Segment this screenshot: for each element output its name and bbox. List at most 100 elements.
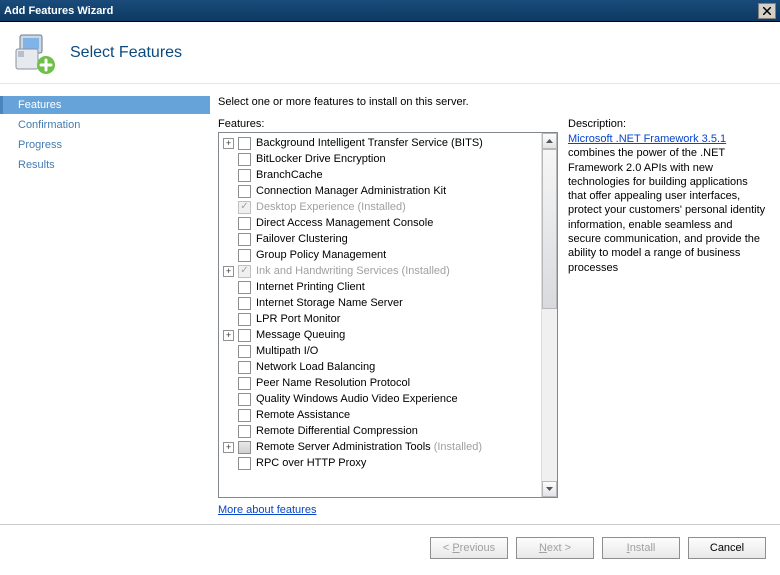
feature-checkbox[interactable] xyxy=(238,457,251,470)
feature-checkbox[interactable] xyxy=(238,137,251,150)
expand-spacer xyxy=(223,378,234,389)
feature-checkbox[interactable] xyxy=(238,169,251,182)
feature-row[interactable]: Direct Access Management Console xyxy=(223,215,541,231)
expand-spacer xyxy=(223,202,234,213)
feature-row[interactable]: + Background Intelligent Transfer Service… xyxy=(223,135,541,151)
feature-row[interactable]: BranchCache xyxy=(223,167,541,183)
chevron-up-icon xyxy=(546,139,553,143)
feature-row[interactable]: + Message Queuing xyxy=(223,327,541,343)
feature-checkbox[interactable] xyxy=(238,329,251,342)
more-about-features-link[interactable]: More about features xyxy=(218,504,558,516)
feature-row[interactable]: Peer Name Resolution Protocol xyxy=(223,375,541,391)
feature-checkbox[interactable] xyxy=(238,409,251,422)
expand-spacer xyxy=(223,186,234,197)
page-header: Select Features xyxy=(0,22,780,84)
feature-label: Ink and Handwriting Services (Installed) xyxy=(256,265,450,277)
feature-row[interactable]: + Remote Server Administration Tools (Ins… xyxy=(223,439,541,455)
feature-label: Group Policy Management xyxy=(256,249,386,261)
feature-checkbox[interactable] xyxy=(238,377,251,390)
instruction-text: Select one or more features to install o… xyxy=(218,96,768,108)
feature-label: Multipath I/O xyxy=(256,345,318,357)
expand-icon[interactable]: + xyxy=(223,138,234,149)
feature-checkbox[interactable] xyxy=(238,425,251,438)
expand-spacer xyxy=(223,282,234,293)
feature-row[interactable]: Quality Windows Audio Video Experience xyxy=(223,391,541,407)
sidebar-item-progress[interactable]: Progress xyxy=(0,136,210,154)
sidebar-item-confirmation[interactable]: Confirmation xyxy=(0,116,210,134)
feature-row[interactable]: Remote Assistance xyxy=(223,407,541,423)
feature-checkbox[interactable] xyxy=(238,393,251,406)
feature-label: Quality Windows Audio Video Experience xyxy=(256,393,458,405)
main-panel: Select one or more features to install o… xyxy=(210,84,780,524)
feature-row[interactable]: Internet Printing Client xyxy=(223,279,541,295)
expand-spacer xyxy=(223,234,234,245)
feature-label: BranchCache xyxy=(256,169,323,181)
feature-row[interactable]: Connection Manager Administration Kit xyxy=(223,183,541,199)
feature-checkbox[interactable] xyxy=(238,297,251,310)
feature-row[interactable]: BitLocker Drive Encryption xyxy=(223,151,541,167)
expand-spacer xyxy=(223,394,234,405)
content-area: Features Confirmation Progress Results Sele… xyxy=(0,84,780,524)
feature-checkbox[interactable] xyxy=(238,233,251,246)
feature-label: Failover Clustering xyxy=(256,233,348,245)
feature-label: Peer Name Resolution Protocol xyxy=(256,377,410,389)
wizard-icon xyxy=(12,31,56,75)
feature-label: Internet Storage Name Server xyxy=(256,297,403,309)
description-label: Description: xyxy=(568,118,768,130)
feature-label: Remote Server Administration Tools (Inst… xyxy=(256,441,482,453)
feature-label: Remote Assistance xyxy=(256,409,350,421)
page-title: Select Features xyxy=(70,44,182,62)
feature-checkbox[interactable] xyxy=(238,361,251,374)
feature-row[interactable]: + Ink and Handwriting Services (Installed… xyxy=(223,263,541,279)
feature-label: Background Intelligent Transfer Service … xyxy=(256,137,483,149)
feature-label: Message Queuing xyxy=(256,329,345,341)
feature-row[interactable]: Failover Clustering xyxy=(223,231,541,247)
feature-checkbox[interactable] xyxy=(238,217,251,230)
scrollbar-vertical[interactable] xyxy=(541,133,557,497)
feature-row[interactable]: Internet Storage Name Server xyxy=(223,295,541,311)
sidebar-item-results[interactable]: Results xyxy=(0,156,210,174)
feature-checkbox[interactable] xyxy=(238,441,251,454)
sidebar-item-features[interactable]: Features xyxy=(0,96,210,114)
scroll-down-button[interactable] xyxy=(542,481,557,497)
expand-spacer xyxy=(223,298,234,309)
window-title: Add Features Wizard xyxy=(4,5,758,17)
feature-row[interactable]: RPC over HTTP Proxy xyxy=(223,455,541,471)
cancel-button[interactable]: Cancel xyxy=(688,537,766,559)
feature-row[interactable]: Remote Differential Compression xyxy=(223,423,541,439)
expand-icon[interactable]: + xyxy=(223,442,234,453)
expand-icon[interactable]: + xyxy=(223,266,234,277)
expand-spacer xyxy=(223,362,234,373)
close-button[interactable] xyxy=(758,3,776,19)
expand-spacer xyxy=(223,410,234,421)
feature-checkbox[interactable] xyxy=(238,281,251,294)
feature-row[interactable]: Desktop Experience (Installed) xyxy=(223,199,541,215)
next-button[interactable]: Next > xyxy=(516,537,594,559)
expand-spacer xyxy=(223,426,234,437)
titlebar: Add Features Wizard xyxy=(0,0,780,22)
expand-spacer xyxy=(223,218,234,229)
feature-checkbox[interactable] xyxy=(238,249,251,262)
feature-label: LPR Port Monitor xyxy=(256,313,340,325)
feature-row[interactable]: Multipath I/O xyxy=(223,343,541,359)
feature-checkbox[interactable] xyxy=(238,185,251,198)
previous-button: < Previous xyxy=(430,537,508,559)
feature-checkbox[interactable] xyxy=(238,345,251,358)
feature-label: Connection Manager Administration Kit xyxy=(256,185,446,197)
features-label: Features: xyxy=(218,118,558,130)
features-tree[interactable]: + Background Intelligent Transfer Service… xyxy=(218,132,558,498)
description-link[interactable]: Microsoft .NET Framework 3.5.1 xyxy=(568,133,726,145)
feature-row[interactable]: Network Load Balancing xyxy=(223,359,541,375)
expand-spacer xyxy=(223,458,234,469)
expand-spacer xyxy=(223,250,234,261)
feature-checkbox[interactable] xyxy=(238,313,251,326)
feature-row[interactable]: Group Policy Management xyxy=(223,247,541,263)
close-icon xyxy=(763,7,771,15)
scroll-up-button[interactable] xyxy=(542,133,557,149)
scroll-thumb[interactable] xyxy=(542,149,557,309)
expand-icon[interactable]: + xyxy=(223,330,234,341)
install-button: Install xyxy=(602,537,680,559)
expand-spacer xyxy=(223,154,234,165)
feature-checkbox[interactable] xyxy=(238,153,251,166)
feature-row[interactable]: LPR Port Monitor xyxy=(223,311,541,327)
